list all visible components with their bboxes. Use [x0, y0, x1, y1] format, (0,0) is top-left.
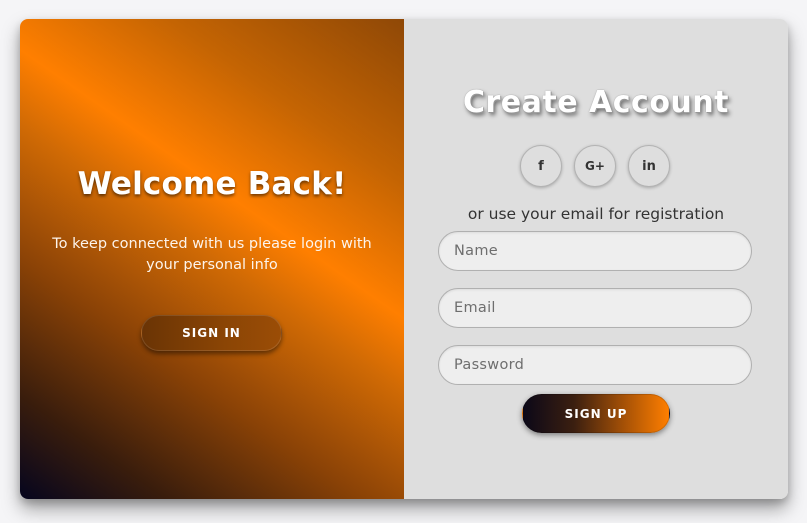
linkedin-button[interactable]: in — [628, 145, 670, 187]
google-plus-icon: G+ — [585, 159, 605, 173]
social-login-row: f G+ in — [520, 145, 670, 187]
overlay-panel: Welcome Back! To keep connected with us … — [20, 19, 404, 499]
email-field[interactable] — [438, 288, 752, 328]
auth-card: Welcome Back! To keep connected with us … — [20, 19, 788, 499]
name-field[interactable] — [438, 231, 752, 271]
google-plus-button[interactable]: G+ — [574, 145, 616, 187]
welcome-title: Welcome Back! — [77, 166, 347, 202]
sign-in-button[interactable]: SIGN IN — [141, 315, 282, 351]
registration-hint: or use your email for registration — [467, 205, 725, 223]
welcome-message: To keep connected with us please login w… — [52, 236, 372, 273]
signup-form-panel: Create Account f G+ in or use your email… — [404, 19, 788, 499]
linkedin-icon: in — [642, 158, 656, 174]
facebook-icon: f — [538, 158, 544, 174]
create-account-title: Create Account — [463, 85, 729, 120]
facebook-button[interactable]: f — [520, 145, 562, 187]
sign-up-button[interactable]: SIGN UP — [522, 394, 670, 433]
password-field[interactable] — [438, 345, 752, 385]
